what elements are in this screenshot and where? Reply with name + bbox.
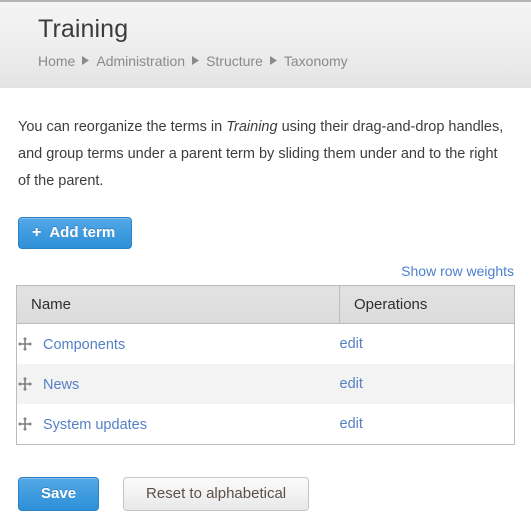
edit-link[interactable]: edit bbox=[340, 376, 363, 392]
cell-operations: edit bbox=[340, 324, 515, 365]
triangle-right-icon bbox=[269, 56, 277, 65]
cell-name: News bbox=[16, 364, 340, 404]
column-header-name: Name bbox=[16, 285, 340, 324]
cell-name: System updates bbox=[17, 404, 340, 445]
table-row: Components edit bbox=[17, 324, 515, 365]
intro-text-emphasis: Training bbox=[226, 119, 278, 135]
breadcrumb-item-home[interactable]: Home bbox=[38, 53, 75, 69]
add-term-row: + Add term bbox=[16, 195, 515, 249]
edit-link[interactable]: edit bbox=[340, 416, 363, 432]
breadcrumb: Home Administration Structure Taxonomy bbox=[38, 51, 531, 71]
triangle-right-icon bbox=[82, 56, 90, 65]
intro-text: You can reorganize the terms in Training… bbox=[16, 88, 515, 195]
page-title: Training bbox=[38, 15, 129, 43]
cell-operations: edit bbox=[340, 404, 515, 445]
save-button[interactable]: Save bbox=[18, 477, 100, 511]
show-row-weights-row: Show row weights bbox=[16, 249, 515, 285]
show-row-weights-link[interactable]: Show row weights bbox=[401, 263, 514, 279]
table-row: System updates edit bbox=[17, 404, 515, 445]
column-header-operations: Operations bbox=[339, 285, 515, 324]
page-header: Training Home Administration Structure Taxo… bbox=[0, 0, 531, 88]
term-link[interactable]: News bbox=[43, 377, 79, 393]
terms-table-head: Name Operations bbox=[16, 285, 515, 324]
form-actions: Save Reset to alphabetical bbox=[16, 445, 515, 511]
plus-icon: + bbox=[32, 224, 42, 241]
term-link[interactable]: System updates bbox=[43, 417, 147, 433]
table-row: News edit bbox=[16, 364, 515, 404]
drag-move-icon[interactable] bbox=[17, 376, 33, 392]
edit-link[interactable]: edit bbox=[340, 336, 363, 352]
terms-table-body: Components edit News edit System updates bbox=[16, 324, 515, 445]
drag-move-icon[interactable] bbox=[17, 336, 33, 352]
table-header-row: Name Operations bbox=[16, 285, 515, 324]
main-content: You can reorganize the terms in Training… bbox=[0, 88, 531, 511]
terms-table: Name Operations Components edit News edi… bbox=[16, 285, 515, 445]
breadcrumb-item-taxonomy[interactable]: Taxonomy bbox=[284, 53, 348, 69]
intro-text-part1: You can reorganize the terms in bbox=[18, 119, 227, 135]
cell-operations: edit bbox=[339, 364, 515, 404]
add-term-button[interactable]: + Add term bbox=[18, 217, 133, 249]
term-link[interactable]: Components bbox=[43, 337, 125, 353]
triangle-right-icon bbox=[192, 56, 200, 65]
breadcrumb-item-administration[interactable]: Administration bbox=[96, 53, 185, 69]
drag-move-icon[interactable] bbox=[17, 416, 33, 432]
cell-name: Components bbox=[17, 324, 340, 365]
add-term-button-label: Add term bbox=[49, 224, 116, 241]
breadcrumb-item-structure[interactable]: Structure bbox=[206, 53, 263, 69]
reset-to-alphabetical-button[interactable]: Reset to alphabetical bbox=[123, 477, 310, 511]
